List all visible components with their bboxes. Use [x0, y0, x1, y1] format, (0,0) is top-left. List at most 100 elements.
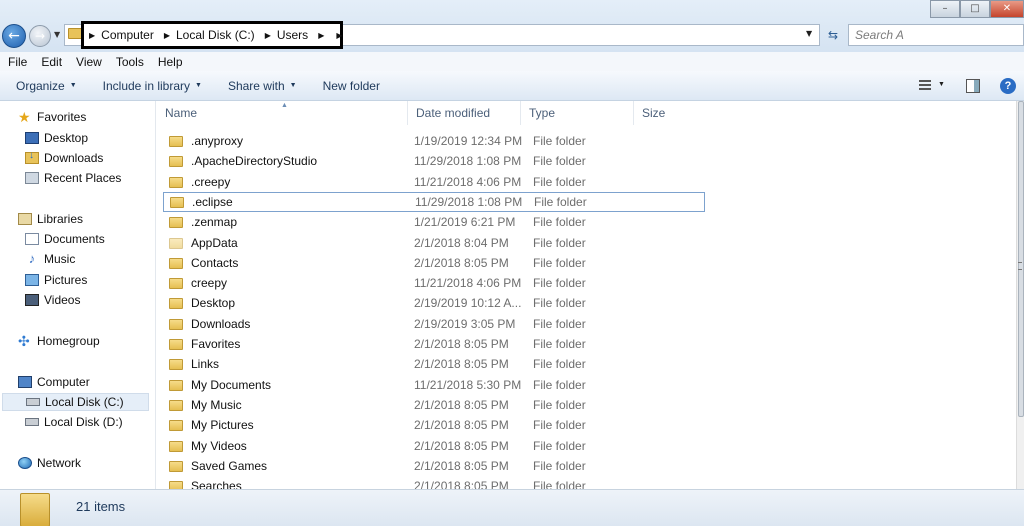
- videos-icon: [25, 294, 39, 306]
- column-date-modified[interactable]: Date modified: [408, 101, 521, 125]
- table-row[interactable]: My Pictures 2/1/2018 8:05 PM File folder: [163, 415, 706, 435]
- chevron-right-icon[interactable]: ▶: [336, 31, 342, 40]
- table-row[interactable]: creepy 11/21/2018 4:06 PM File folder: [163, 273, 706, 293]
- table-row[interactable]: .anyproxy 1/19/2019 12:34 PM File folder: [163, 131, 706, 151]
- maximize-button[interactable]: □: [960, 0, 990, 18]
- forward-button[interactable]: →: [29, 25, 51, 47]
- nav-videos[interactable]: Videos: [25, 291, 80, 309]
- menu-help[interactable]: Help: [158, 55, 183, 69]
- file-type: File folder: [533, 215, 586, 229]
- homegroup-icon: ✣: [18, 333, 30, 349]
- nav-label: Music: [44, 252, 76, 266]
- file-name: .anyproxy: [191, 134, 244, 148]
- folder-icon: [169, 216, 183, 228]
- view-options-dropdown[interactable]: ▼: [938, 81, 945, 88]
- folder-icon: [169, 135, 183, 147]
- nav-label: Homegroup: [37, 334, 100, 348]
- file-type: File folder: [534, 195, 587, 209]
- nav-recent-places[interactable]: Recent Places: [25, 169, 121, 187]
- file-type: File folder: [533, 479, 586, 489]
- table-row[interactable]: Downloads 2/19/2019 3:05 PM File folder: [163, 314, 706, 334]
- table-row[interactable]: .creepy 11/21/2018 4:06 PM File folder: [163, 172, 706, 192]
- nav-computer[interactable]: Computer: [18, 373, 90, 391]
- column-type[interactable]: Type: [521, 101, 634, 125]
- table-row[interactable]: My Videos 2/1/2018 8:05 PM File folder: [163, 436, 706, 456]
- chevron-right-icon[interactable]: ▶: [89, 31, 95, 40]
- nav-downloads[interactable]: Downloads: [25, 149, 103, 167]
- file-type: File folder: [533, 296, 586, 310]
- change-view-icon[interactable]: [914, 79, 932, 91]
- file-type: File folder: [533, 418, 586, 432]
- breadcrumb-users[interactable]: Users: [277, 28, 308, 42]
- breadcrumb-computer[interactable]: Computer: [101, 28, 154, 42]
- back-button[interactable]: ←: [2, 24, 26, 48]
- menu-view[interactable]: View: [76, 55, 102, 69]
- organize-label: Organize: [16, 78, 65, 93]
- refresh-button[interactable]: ⇆: [822, 25, 844, 45]
- sort-ascending-icon: ▲: [281, 102, 288, 109]
- nav-label: Local Disk (D:): [44, 415, 123, 429]
- nav-label: Desktop: [44, 131, 89, 145]
- menu-edit[interactable]: Edit: [41, 55, 62, 69]
- breadcrumb-local-disk-c[interactable]: Local Disk (C:): [176, 28, 255, 42]
- minimize-button[interactable]: –: [930, 0, 960, 18]
- column-name[interactable]: ▲ Name: [157, 101, 408, 125]
- nav-local-disk-c[interactable]: Local Disk (C:): [2, 393, 149, 411]
- table-row[interactable]: My Music 2/1/2018 8:05 PM File folder: [163, 395, 706, 415]
- file-date-modified: 11/21/2018 4:06 PM: [414, 276, 522, 290]
- share-with-button[interactable]: Share with ▼: [220, 79, 305, 93]
- preview-pane-icon[interactable]: [966, 79, 980, 93]
- refresh-icon: ⇆: [827, 28, 839, 42]
- table-row[interactable]: Contacts 2/1/2018 8:05 PM File folder: [163, 253, 706, 273]
- folder-icon: [169, 318, 183, 330]
- menu-tools[interactable]: Tools: [116, 55, 144, 69]
- table-row[interactable]: Desktop 2/19/2019 10:12 A... File folder: [163, 293, 706, 313]
- include-in-library-button[interactable]: Include in library ▼: [95, 79, 210, 93]
- drive-icon: [25, 418, 39, 426]
- nav-local-disk-d[interactable]: Local Disk (D:): [25, 413, 123, 431]
- chevron-right-icon[interactable]: ▶: [265, 31, 271, 40]
- file-type: File folder: [533, 439, 586, 453]
- nav-pictures[interactable]: Pictures: [25, 271, 87, 289]
- details-pane: 21 items: [0, 489, 1024, 526]
- table-row[interactable]: .eclipse 11/29/2018 1:08 PM File folder: [163, 192, 705, 212]
- table-row[interactable]: Favorites 2/1/2018 8:05 PM File folder: [163, 334, 706, 354]
- nav-homegroup[interactable]: ✣ Homegroup: [18, 332, 100, 350]
- file-date-modified: 11/29/2018 1:08 PM: [415, 195, 523, 209]
- help-icon[interactable]: ?: [1000, 78, 1016, 94]
- recent-pages-dropdown[interactable]: ▼: [54, 30, 60, 39]
- organize-button[interactable]: Organize ▼: [8, 79, 85, 93]
- file-date-modified: 2/1/2018 8:05 PM: [414, 418, 509, 432]
- computer-icon: [18, 376, 32, 388]
- vertical-scrollbar[interactable]: [1016, 101, 1024, 489]
- pane-splitter[interactable]: [150, 101, 156, 489]
- close-button[interactable]: ✕: [990, 0, 1024, 18]
- nav-label: Recent Places: [44, 171, 122, 185]
- table-row[interactable]: .ApacheDirectoryStudio 11/29/2018 1:08 PM…: [163, 151, 706, 171]
- scrollbar-thumb[interactable]: [1018, 101, 1024, 417]
- file-type: File folder: [533, 256, 586, 270]
- address-history-dropdown[interactable]: ▼: [806, 29, 812, 38]
- nav-music[interactable]: ♪ Music: [25, 250, 76, 268]
- table-row[interactable]: Links 2/1/2018 8:05 PM File folder: [163, 354, 706, 374]
- nav-desktop[interactable]: Desktop: [25, 129, 88, 147]
- nav-documents[interactable]: Documents: [25, 230, 105, 248]
- table-row[interactable]: Saved Games 2/1/2018 8:05 PM File folder: [163, 456, 706, 476]
- menu-file[interactable]: File: [8, 55, 27, 69]
- search-input[interactable]: Search A: [848, 24, 1024, 46]
- file-name: AppData: [191, 236, 238, 250]
- table-row[interactable]: AppData 2/1/2018 8:04 PM File folder: [163, 233, 706, 253]
- nav-libraries[interactable]: Libraries: [18, 210, 83, 228]
- nav-favorites[interactable]: ★ Favorites: [18, 108, 86, 126]
- file-date-modified: 2/19/2019 3:05 PM: [414, 317, 516, 331]
- include-in-library-label: Include in library: [102, 78, 191, 93]
- chevron-right-icon[interactable]: ▶: [164, 31, 170, 40]
- nav-network[interactable]: Network: [18, 454, 81, 472]
- table-row[interactable]: .zenmap 1/21/2019 6:21 PM File folder: [163, 212, 706, 232]
- table-row[interactable]: Searches 2/1/2018 8:05 PM File folder: [163, 476, 706, 489]
- column-size[interactable]: Size: [634, 101, 714, 125]
- table-row[interactable]: My Documents 11/21/2018 5:30 PM File folde…: [163, 375, 706, 395]
- file-name: .ApacheDirectoryStudio: [191, 154, 318, 168]
- new-folder-button[interactable]: New folder: [315, 79, 388, 93]
- chevron-right-icon[interactable]: ▶: [318, 31, 324, 40]
